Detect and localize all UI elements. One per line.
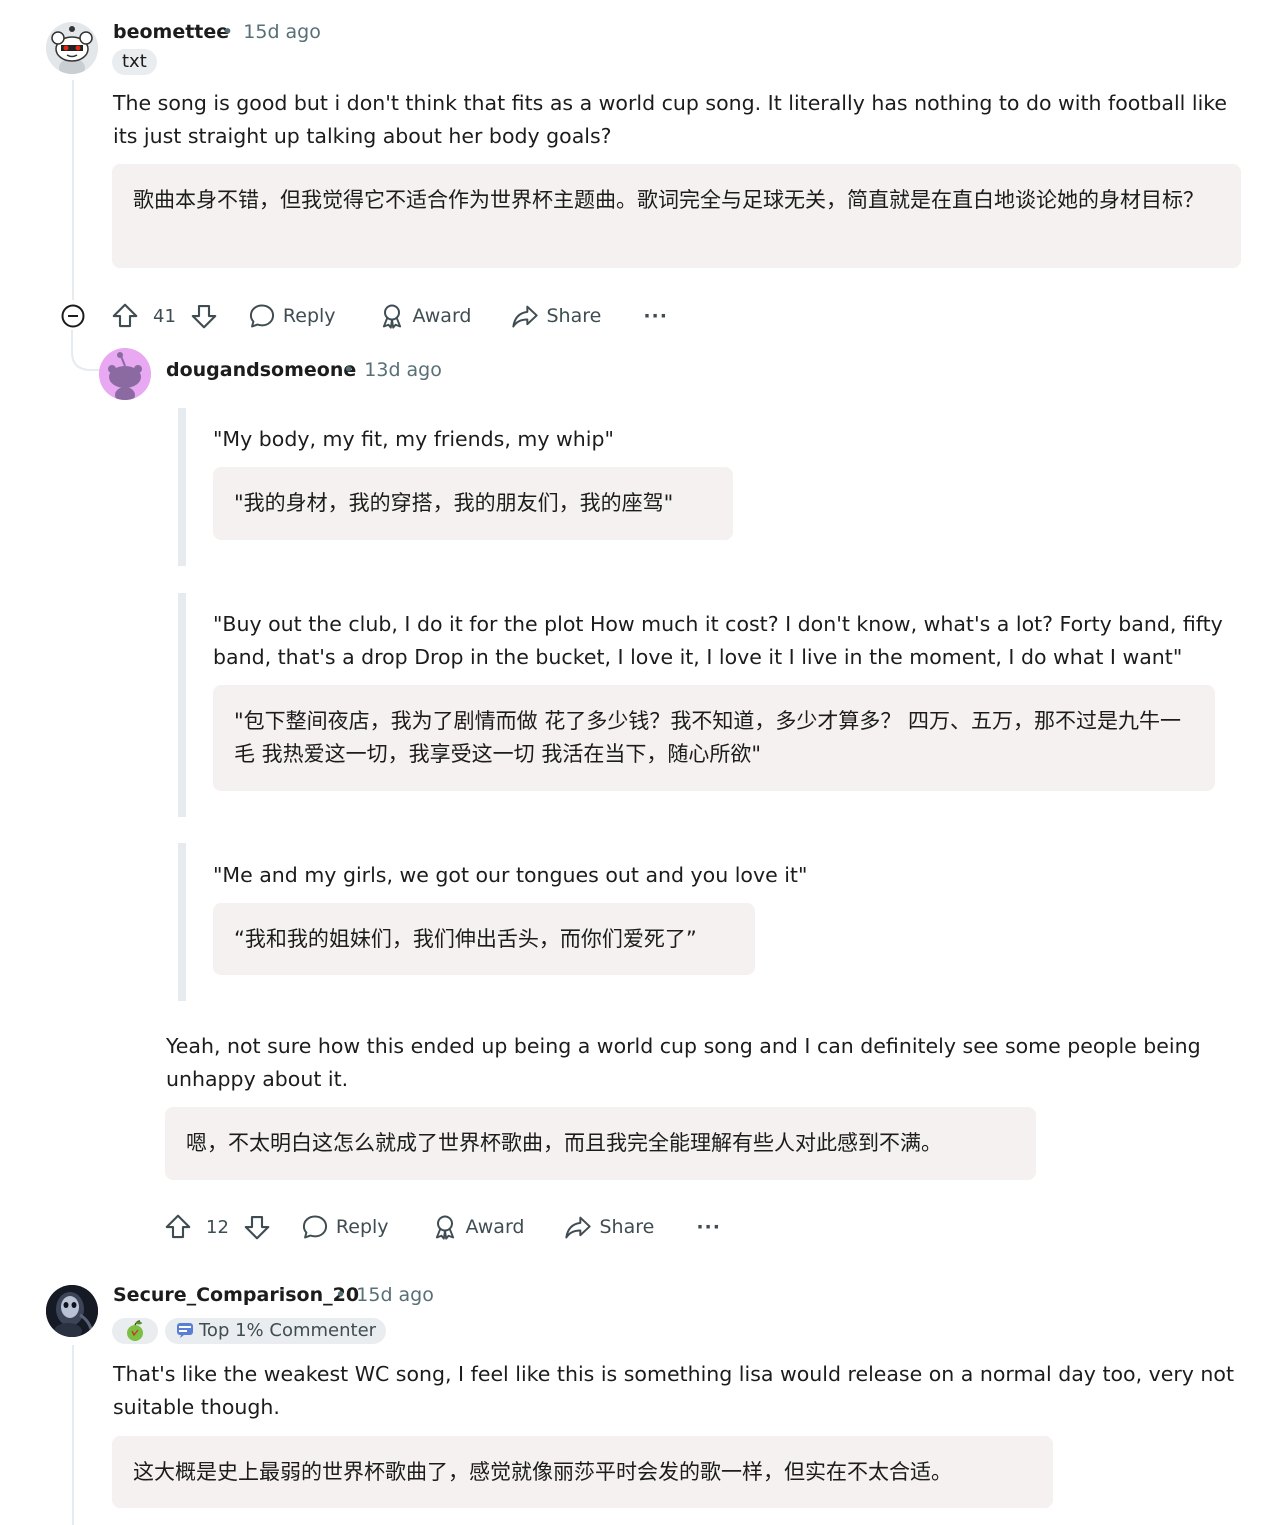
comment-age[interactable]: 15d ago xyxy=(243,21,321,43)
award-button[interactable]: Award xyxy=(431,1207,525,1247)
translation-box: "包下整间夜店，我为了剧情而做 花了多少钱？我不知道，多少才算多？ 四万、五万，… xyxy=(213,685,1215,791)
upvote-button[interactable] xyxy=(163,1207,193,1247)
username[interactable]: beomettee xyxy=(113,21,229,43)
comment-age[interactable]: 15d ago xyxy=(356,1284,434,1306)
reply-label: Reply xyxy=(335,1216,389,1238)
award-button[interactable]: Award xyxy=(378,296,472,336)
translation-box: 这大概是史上最弱的世界杯歌曲了，感觉就像丽莎平时会发的歌一样，但实在不太合适。 xyxy=(112,1436,1053,1508)
reply-button[interactable]: Reply xyxy=(301,1207,389,1247)
top-commenter-flair: Top 1% Commenter xyxy=(165,1318,387,1344)
comment-body: That's like the weakest WC song, I feel … xyxy=(113,1362,1234,1419)
user-photo-avatar-icon xyxy=(46,1285,98,1337)
collapse-thread-icon[interactable] xyxy=(61,304,85,328)
comment-body: The song is good but i don't think that … xyxy=(113,91,1228,148)
blockquote-bar xyxy=(178,843,186,1001)
award-label: Award xyxy=(412,305,472,327)
snoo-avatar-icon xyxy=(99,348,151,400)
downvote-button[interactable] xyxy=(242,1207,272,1247)
blockquote-bar xyxy=(178,408,186,566)
upvote-icon xyxy=(112,303,138,328)
comment-meta: • 13d ago xyxy=(339,359,442,381)
share-icon xyxy=(512,305,539,328)
translation-box: "我的身材，我的穿搭，我的朋友们，我的座驾" xyxy=(213,467,733,540)
thread-branch-line xyxy=(71,330,101,371)
apple-emoji-icon xyxy=(127,1320,143,1341)
downvote-button[interactable] xyxy=(189,296,219,336)
more-options-button[interactable]: ··· xyxy=(696,1207,721,1247)
blockquote-bar xyxy=(178,593,186,817)
more-options-button[interactable]: ··· xyxy=(643,296,668,336)
vote-count: 41 xyxy=(153,305,176,327)
snoo-avatar-icon xyxy=(46,22,98,74)
flair-label: Top 1% Commenter xyxy=(199,1320,377,1341)
quote-text: "Buy out the club, I do it for the plot … xyxy=(213,612,1223,669)
share-label: Share xyxy=(546,305,602,327)
downvote-icon xyxy=(191,304,217,329)
award-label: Award xyxy=(465,1216,525,1238)
comment-actions: 41 Reply Award Share ··· xyxy=(110,296,668,336)
meta-separator: • xyxy=(335,1284,347,1306)
user-flair: txt xyxy=(112,49,157,75)
translation-box: 嗯，不太明白这怎么就成了世界杯歌曲，而且我完全能理解有些人对此感到不满。 xyxy=(165,1107,1036,1180)
avatar[interactable] xyxy=(46,22,98,74)
thread-line[interactable] xyxy=(72,80,74,300)
share-icon xyxy=(565,1216,592,1239)
username[interactable]: dougandsomeone xyxy=(166,359,356,381)
vote-count: 12 xyxy=(206,1216,229,1238)
commenter-badge-icon xyxy=(177,1323,193,1338)
reply-icon xyxy=(302,1215,327,1239)
comment-meta: • 15d ago xyxy=(331,1284,434,1306)
award-icon xyxy=(435,1215,454,1240)
comment-age[interactable]: 13d ago xyxy=(364,359,442,381)
translation-box: 歌曲本身不错，但我觉得它不适合作为世界杯主题曲。歌词完全与足球无关，简直就是在直… xyxy=(112,164,1241,268)
avatar[interactable] xyxy=(99,348,151,400)
comment-meta: • 15d ago xyxy=(218,21,321,43)
reply-button[interactable]: Reply xyxy=(248,296,336,336)
quote-text: "My body, my fit, my friends, my whip" xyxy=(213,427,614,451)
comment-body: Yeah, not sure how this ended up being a… xyxy=(166,1034,1201,1091)
meta-separator: • xyxy=(222,21,234,43)
reply-icon xyxy=(249,304,274,328)
meta-separator: • xyxy=(343,359,355,381)
upvote-icon xyxy=(165,1214,191,1239)
award-icon xyxy=(382,304,401,329)
downvote-icon xyxy=(244,1215,270,1240)
share-button[interactable]: Share xyxy=(564,1207,654,1247)
reply-label: Reply xyxy=(282,305,336,327)
comment-actions: 12 Reply Award Share ··· xyxy=(163,1207,721,1247)
thread-line[interactable] xyxy=(72,1345,74,1525)
quote-text: "Me and my girls, we got our tongues out… xyxy=(213,863,808,887)
share-button[interactable]: Share xyxy=(511,296,601,336)
username[interactable]: Secure_Comparison_20 xyxy=(113,1284,359,1306)
more-options-icon: ··· xyxy=(696,1216,721,1238)
more-options-icon: ··· xyxy=(643,305,668,327)
upvote-button[interactable] xyxy=(110,296,140,336)
share-label: Share xyxy=(599,1216,655,1238)
avatar[interactable] xyxy=(46,1285,98,1337)
translation-box: “我和我的姐妹们，我们伸出舌头，而你们爱死了” xyxy=(213,903,755,975)
emoji-flair xyxy=(112,1318,158,1344)
